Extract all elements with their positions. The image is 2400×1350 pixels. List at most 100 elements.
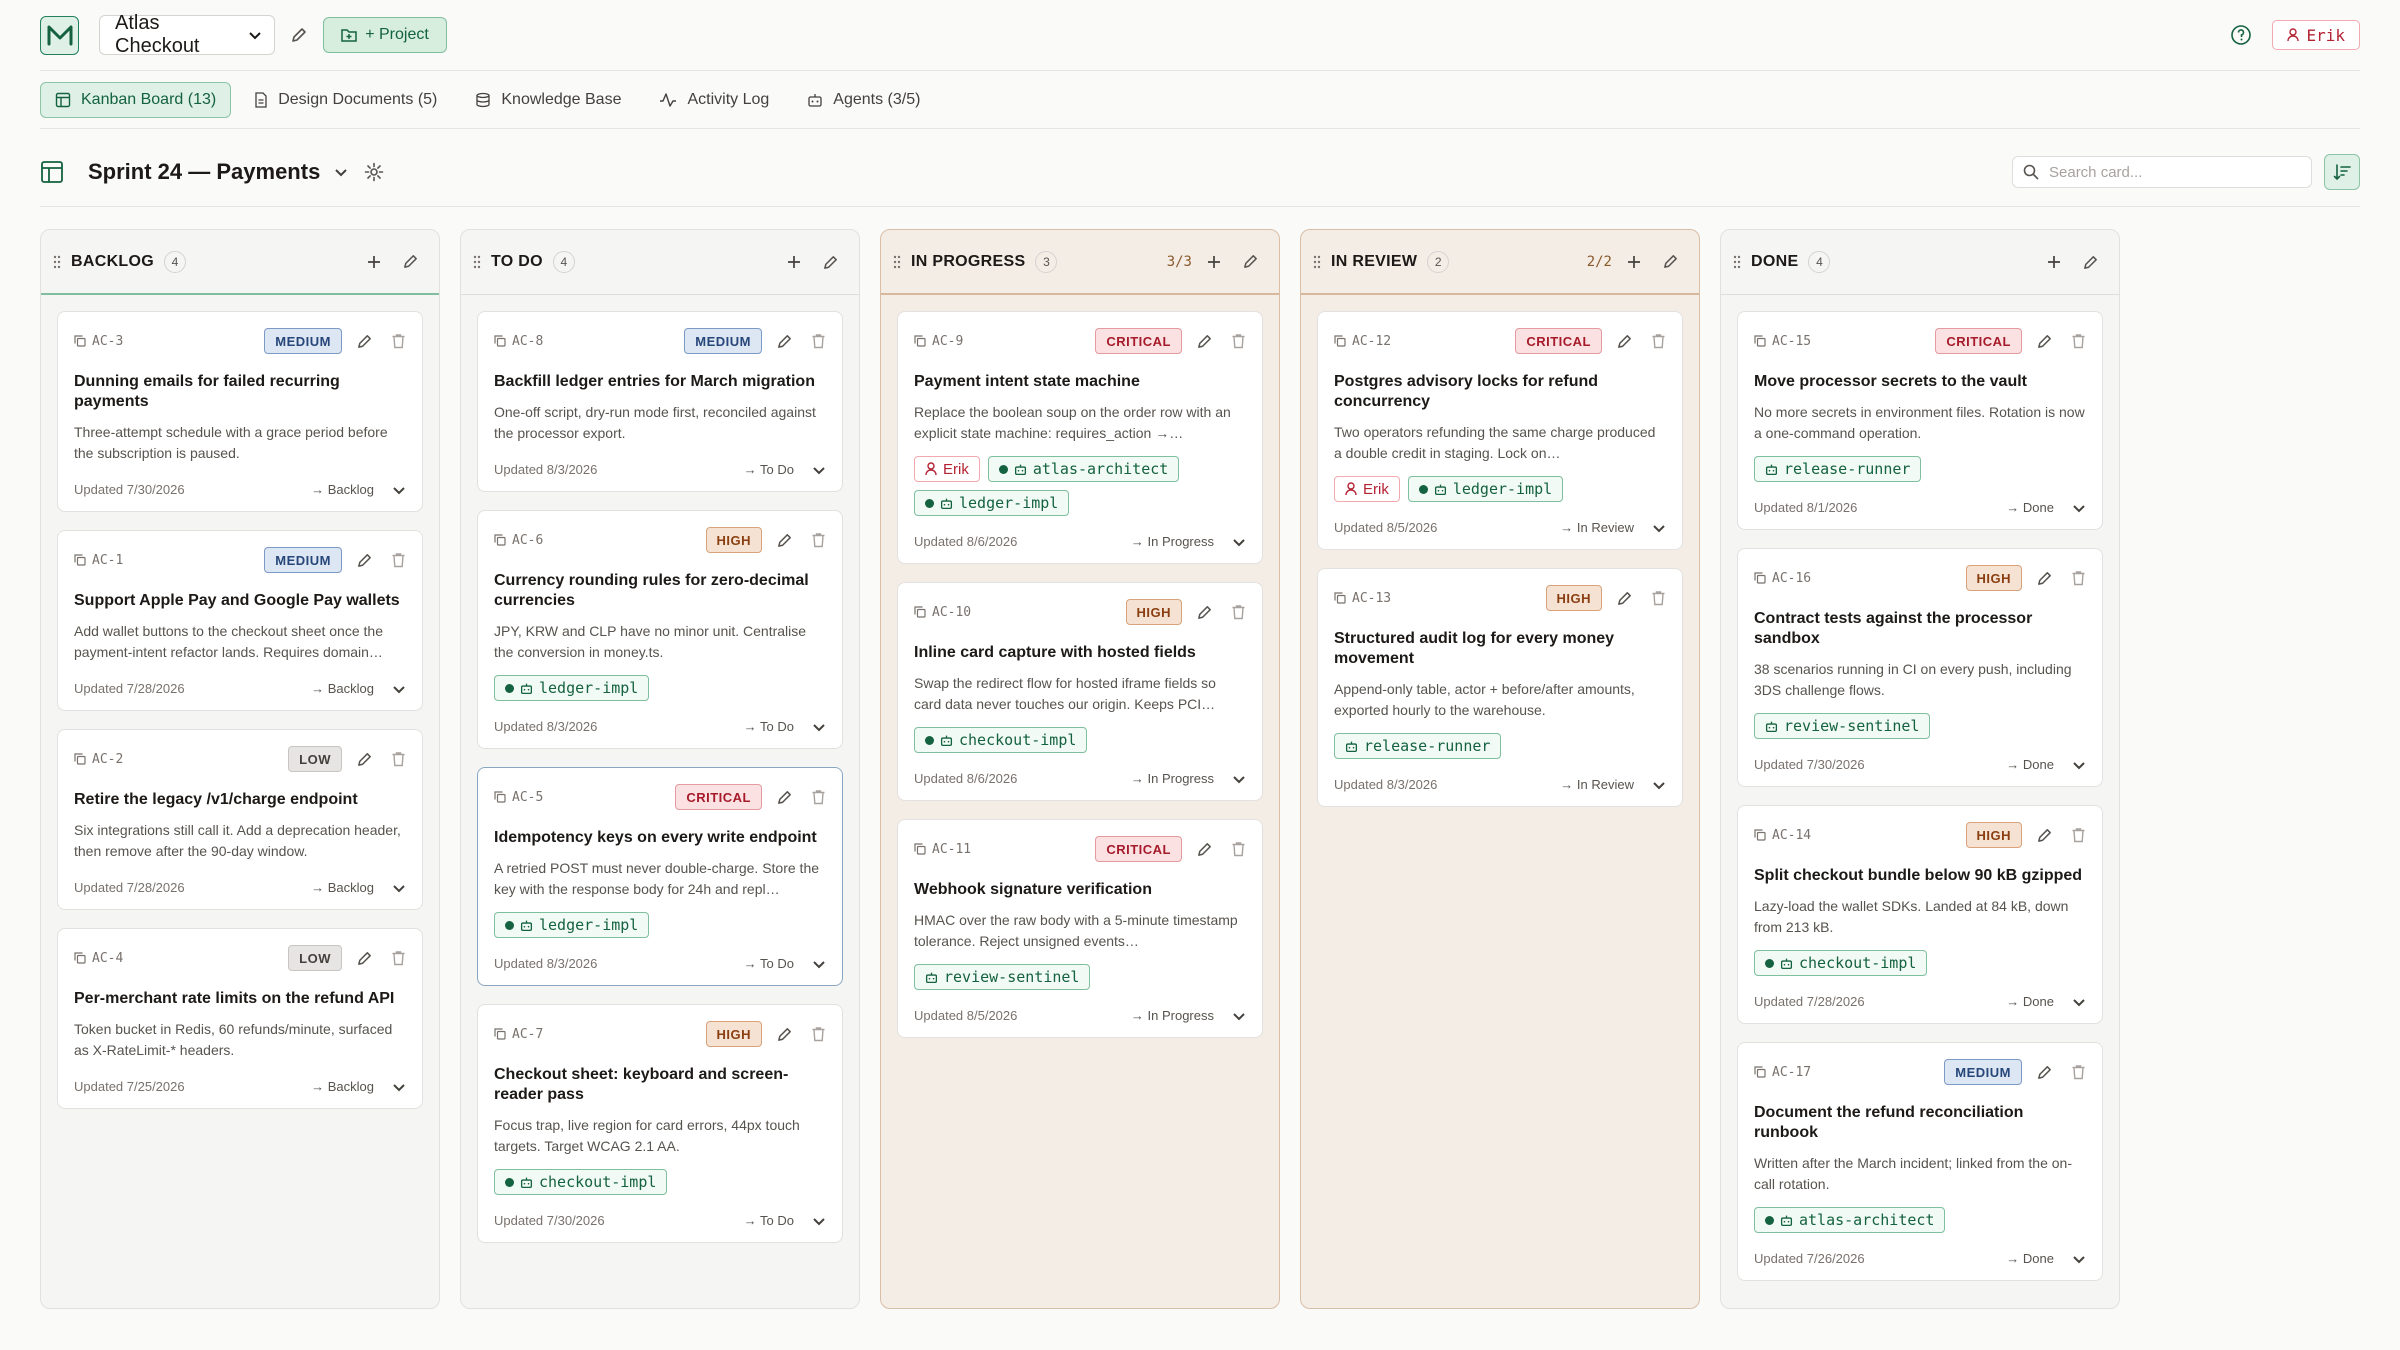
edit-card-button[interactable] [1616,333,1633,350]
kanban-card[interactable]: AC-2 LOW Retire the legacy /v1/charge en… [57,729,423,910]
kanban-card[interactable]: AC-7 HIGH Checkout sheet: keyboard and s… [477,1004,843,1243]
card-id[interactable]: AC-11 [914,842,971,857]
delete-card-button[interactable] [811,1026,826,1042]
rename-project-button[interactable] [287,23,311,47]
agent-chip[interactable]: atlas-architect [987,456,1180,482]
delete-card-button[interactable] [811,333,826,349]
delete-card-button[interactable] [1231,604,1246,620]
add-card-button[interactable] [786,254,802,270]
agent-chip[interactable]: atlas-architect [1754,1207,1946,1233]
card-id[interactable]: AC-17 [1754,1065,1811,1080]
drag-handle-icon[interactable] [473,255,481,269]
edit-card-button[interactable] [2036,570,2053,587]
card-id[interactable]: AC-12 [1334,334,1391,349]
kanban-card[interactable]: AC-6 HIGH Currency rounding rules for ze… [477,510,843,749]
agent-chip[interactable]: release-runner [1754,456,1922,482]
delete-card-button[interactable] [2071,1064,2086,1080]
kanban-card[interactable]: AC-12 CRITICAL Postgres advisory locks f… [1317,311,1683,550]
delete-card-button[interactable] [1231,841,1246,857]
delete-card-button[interactable] [2071,570,2086,586]
agent-chip[interactable]: ledger-impl [494,912,650,938]
kanban-card[interactable]: AC-10 HIGH Inline card capture with host… [897,582,1263,801]
expand-card-button[interactable] [1232,1009,1246,1023]
drag-handle-icon[interactable] [1733,255,1741,269]
edit-column-button[interactable] [1662,253,1679,270]
agent-chip[interactable]: ledger-impl [494,675,650,701]
delete-card-button[interactable] [391,751,406,767]
expand-card-button[interactable] [2072,501,2086,515]
card-id[interactable]: AC-2 [74,752,123,767]
expand-card-button[interactable] [1232,772,1246,786]
add-card-button[interactable] [1626,254,1642,270]
expand-card-button[interactable] [2072,1252,2086,1266]
kanban-card[interactable]: AC-15 CRITICAL Move processor secrets to… [1737,311,2103,530]
card-id[interactable]: AC-3 [74,334,123,349]
edit-card-button[interactable] [2036,827,2053,844]
edit-card-button[interactable] [356,950,373,967]
delete-card-button[interactable] [391,552,406,568]
card-id[interactable]: AC-1 [74,553,123,568]
edit-card-button[interactable] [776,333,793,350]
kanban-card[interactable]: AC-16 HIGH Contract tests against the pr… [1737,548,2103,787]
card-id[interactable]: AC-16 [1754,571,1811,586]
expand-card-button[interactable] [1652,521,1666,535]
drag-handle-icon[interactable] [893,255,901,269]
kanban-card[interactable]: AC-9 CRITICAL Payment intent state machi… [897,311,1263,564]
card-id[interactable]: AC-4 [74,951,123,966]
card-id[interactable]: AC-8 [494,334,543,349]
add-card-button[interactable] [1206,254,1222,270]
edit-column-button[interactable] [2082,254,2099,271]
agent-chip[interactable]: checkout-impl [494,1169,668,1195]
expand-card-button[interactable] [392,1080,406,1094]
delete-card-button[interactable] [811,532,826,548]
delete-card-button[interactable] [391,950,406,966]
tab-knowledge-base[interactable]: Knowledge Base [460,82,636,118]
kanban-card[interactable]: AC-13 HIGH Structured audit log for ever… [1317,568,1683,807]
card-id[interactable]: AC-5 [494,790,543,805]
expand-card-button[interactable] [392,881,406,895]
edit-column-button[interactable] [1242,253,1259,270]
edit-card-button[interactable] [356,751,373,768]
edit-card-button[interactable] [1196,841,1213,858]
edit-column-button[interactable] [402,253,419,270]
kanban-card[interactable]: AC-14 HIGH Split checkout bundle below 9… [1737,805,2103,1024]
edit-card-button[interactable] [356,552,373,569]
edit-card-button[interactable] [776,1026,793,1043]
kanban-card[interactable]: AC-3 MEDIUM Dunning emails for failed re… [57,311,423,512]
board-switch-button[interactable] [334,165,348,179]
agent-chip[interactable]: ledger-impl [1407,476,1564,502]
delete-card-button[interactable] [811,789,826,805]
delete-card-button[interactable] [2071,333,2086,349]
card-id[interactable]: AC-6 [494,533,543,548]
delete-card-button[interactable] [1651,590,1666,606]
expand-card-button[interactable] [1652,778,1666,792]
edit-card-button[interactable] [2036,1064,2053,1081]
edit-column-button[interactable] [822,254,839,271]
tab-design-documents[interactable]: Design Documents (5) [239,82,452,118]
card-id[interactable]: AC-15 [1754,334,1811,349]
sort-button[interactable] [2324,154,2360,190]
add-project-button[interactable]: + Project [323,17,447,53]
expand-card-button[interactable] [812,957,826,971]
card-id[interactable]: AC-13 [1334,591,1391,606]
kanban-card[interactable]: AC-17 MEDIUM Document the refund reconci… [1737,1042,2103,1281]
card-id[interactable]: AC-9 [914,334,963,349]
kanban-card[interactable]: AC-1 MEDIUM Support Apple Pay and Google… [57,530,423,711]
kanban-card[interactable]: AC-4 LOW Per-merchant rate limits on the… [57,928,423,1109]
user-menu-button[interactable]: Erik [2272,20,2360,50]
agent-chip[interactable]: checkout-impl [1754,950,1928,976]
kanban-card[interactable]: AC-8 MEDIUM Backfill ledger entries for … [477,311,843,492]
add-card-button[interactable] [2046,254,2062,270]
expand-card-button[interactable] [1232,535,1246,549]
expand-card-button[interactable] [812,463,826,477]
delete-card-button[interactable] [1651,333,1666,349]
expand-card-button[interactable] [392,483,406,497]
edit-card-button[interactable] [356,333,373,350]
user-chip[interactable]: Erik [914,456,980,482]
card-id[interactable]: AC-14 [1754,828,1811,843]
expand-card-button[interactable] [392,682,406,696]
agent-chip[interactable]: review-sentinel [1754,713,1931,739]
kanban-card[interactable]: AC-11 CRITICAL Webhook signature verific… [897,819,1263,1038]
delete-card-button[interactable] [1231,333,1246,349]
agent-chip[interactable]: release-runner [1334,733,1502,759]
